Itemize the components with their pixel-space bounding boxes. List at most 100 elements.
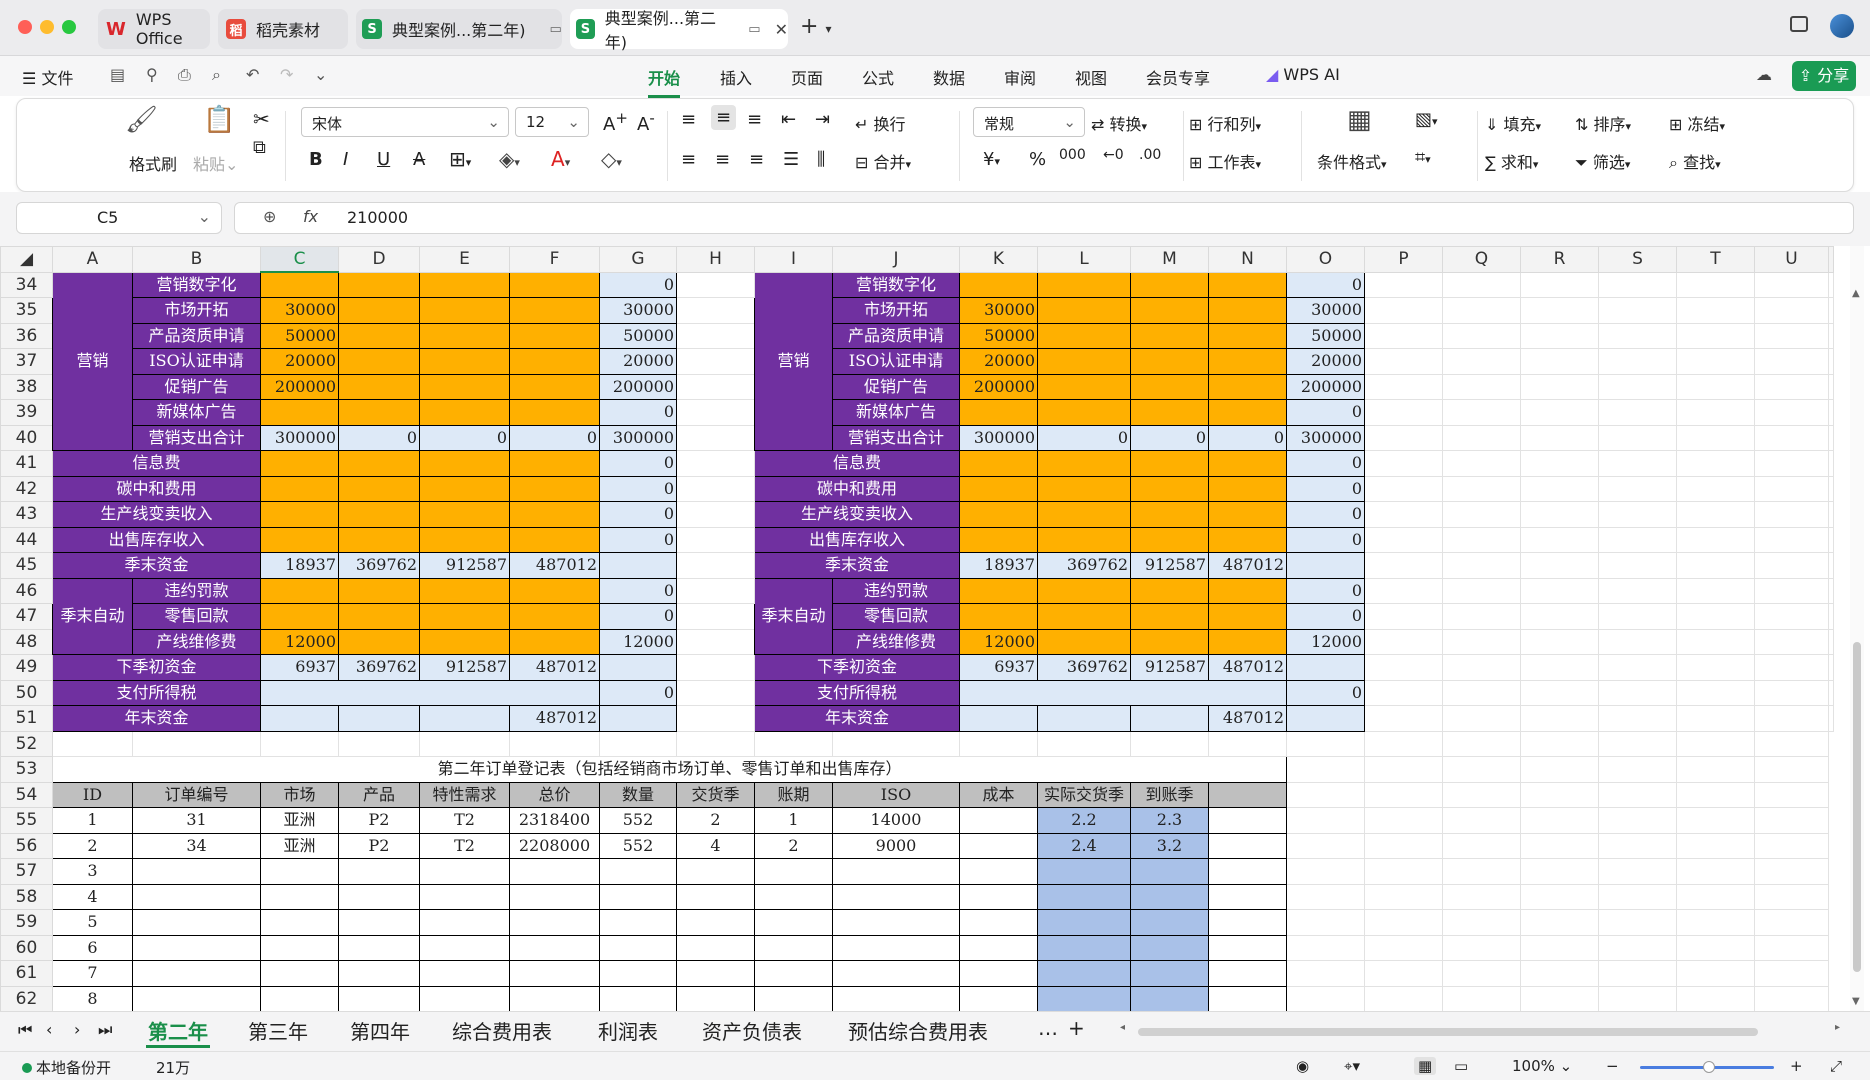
- col-header-o[interactable]: O: [1286, 246, 1365, 273]
- cell[interactable]: 9000: [832, 832, 960, 859]
- cell[interactable]: [959, 577, 1038, 604]
- prev-sheet-icon[interactable]: ‹: [46, 1020, 52, 1039]
- cell[interactable]: [1754, 985, 1829, 1011]
- align-bottom-icon[interactable]: ≡: [747, 109, 762, 130]
- cell[interactable]: [676, 909, 755, 936]
- cell[interactable]: [1754, 577, 1829, 604]
- locate-icon[interactable]: ⌖▾: [1344, 1057, 1360, 1075]
- cell[interactable]: [832, 985, 960, 1011]
- zoom-slider-handle[interactable]: [1703, 1061, 1715, 1073]
- cell[interactable]: [1828, 322, 1834, 349]
- label-cell[interactable]: 零售回款: [832, 603, 960, 630]
- sheet-tab-active[interactable]: 第二年: [146, 1016, 210, 1048]
- cell[interactable]: [1520, 730, 1599, 757]
- cell[interactable]: [338, 297, 420, 324]
- cell[interactable]: [1364, 348, 1443, 375]
- cell[interactable]: [1598, 348, 1677, 375]
- cell[interactable]: 18937: [959, 552, 1038, 579]
- cell[interactable]: [509, 475, 600, 502]
- cell[interactable]: [1442, 297, 1521, 324]
- cell[interactable]: [509, 322, 600, 349]
- cell[interactable]: [1364, 679, 1443, 706]
- col-header-f[interactable]: F: [509, 246, 600, 273]
- fullscreen-icon[interactable]: ⤢: [1830, 1057, 1842, 1075]
- cell[interactable]: 6937: [260, 654, 339, 681]
- label-cell[interactable]: 年末资金: [52, 705, 261, 732]
- cell[interactable]: 369762: [1037, 654, 1131, 681]
- row-header[interactable]: 56: [0, 832, 53, 859]
- label-cell[interactable]: 支付所得税: [52, 679, 261, 706]
- cell[interactable]: [1286, 654, 1365, 681]
- cell[interactable]: [419, 399, 510, 426]
- cell[interactable]: [676, 348, 755, 375]
- cell[interactable]: 亚洲: [260, 832, 339, 859]
- cell[interactable]: 30000: [959, 297, 1038, 324]
- cell[interactable]: [1754, 832, 1829, 859]
- cell[interactable]: [1676, 399, 1755, 426]
- cell[interactable]: [599, 730, 677, 757]
- cell[interactable]: 20000: [959, 348, 1038, 375]
- cell[interactable]: [754, 934, 833, 961]
- label-cell[interactable]: 市场开拓: [832, 297, 960, 324]
- cell[interactable]: 20000: [1286, 348, 1365, 375]
- cell[interactable]: [832, 934, 960, 961]
- sheet-tab[interactable]: 资产负债表: [702, 1016, 802, 1045]
- label-cell[interactable]: 营销数字化: [832, 271, 960, 298]
- cell[interactable]: 369762: [338, 552, 420, 579]
- cell[interactable]: 4: [676, 832, 755, 859]
- row-header[interactable]: 34: [0, 271, 53, 298]
- cell[interactable]: [1676, 475, 1755, 502]
- cell[interactable]: [1754, 526, 1829, 553]
- cell[interactable]: [1676, 985, 1755, 1011]
- cell[interactable]: [1208, 399, 1287, 426]
- cell[interactable]: [1754, 628, 1829, 655]
- cell[interactable]: 200000: [959, 373, 1038, 400]
- cell[interactable]: [1442, 807, 1521, 834]
- cell[interactable]: [1754, 909, 1829, 936]
- cell[interactable]: 552: [599, 807, 677, 834]
- cell[interactable]: [676, 628, 755, 655]
- cell[interactable]: 0: [599, 603, 677, 630]
- cell[interactable]: [1208, 730, 1287, 757]
- cell[interactable]: [1520, 450, 1599, 477]
- cell[interactable]: [676, 399, 755, 426]
- cell[interactable]: 0: [1037, 424, 1131, 451]
- cell[interactable]: [1520, 781, 1599, 808]
- cell[interactable]: 0: [599, 399, 677, 426]
- header-cell[interactable]: 实际交货季: [1037, 781, 1131, 808]
- category-cell[interactable]: 季末自动: [754, 577, 833, 655]
- cell[interactable]: [1676, 730, 1755, 757]
- cell[interactable]: [132, 960, 261, 987]
- cell[interactable]: 0: [1286, 475, 1365, 502]
- cell[interactable]: 0: [599, 679, 677, 706]
- col-header-d[interactable]: D: [338, 246, 420, 273]
- cell[interactable]: [676, 858, 755, 885]
- cell[interactable]: 0: [1286, 526, 1365, 553]
- cell[interactable]: 0: [338, 424, 420, 451]
- cell[interactable]: [1676, 450, 1755, 477]
- cell[interactable]: [509, 858, 600, 885]
- menu-tab-view[interactable]: 视图: [1075, 65, 1107, 89]
- cell[interactable]: [599, 909, 677, 936]
- row-header[interactable]: 50: [0, 679, 53, 706]
- cell[interactable]: 1: [754, 807, 833, 834]
- cell[interactable]: [1520, 475, 1599, 502]
- cell[interactable]: [1754, 348, 1829, 375]
- scroll-left-icon[interactable]: ◂: [1120, 1022, 1125, 1033]
- cell[interactable]: 30000: [1286, 297, 1365, 324]
- cell[interactable]: [1676, 832, 1755, 859]
- cell[interactable]: [1208, 526, 1287, 553]
- cell[interactable]: T2: [419, 807, 510, 834]
- cell[interactable]: [1598, 603, 1677, 630]
- cell[interactable]: [832, 960, 960, 987]
- row-header[interactable]: 54: [0, 781, 53, 808]
- cell[interactable]: [1130, 628, 1209, 655]
- cell[interactable]: [676, 705, 755, 732]
- number-format-select[interactable]: 常规 ⌄: [973, 107, 1085, 137]
- cell[interactable]: [509, 526, 600, 553]
- label-cell[interactable]: 营销支出合计: [132, 424, 261, 451]
- cell[interactable]: 487012: [1208, 552, 1287, 579]
- cell[interactable]: [754, 985, 833, 1011]
- cell[interactable]: [1037, 730, 1131, 757]
- cell[interactable]: [1442, 399, 1521, 426]
